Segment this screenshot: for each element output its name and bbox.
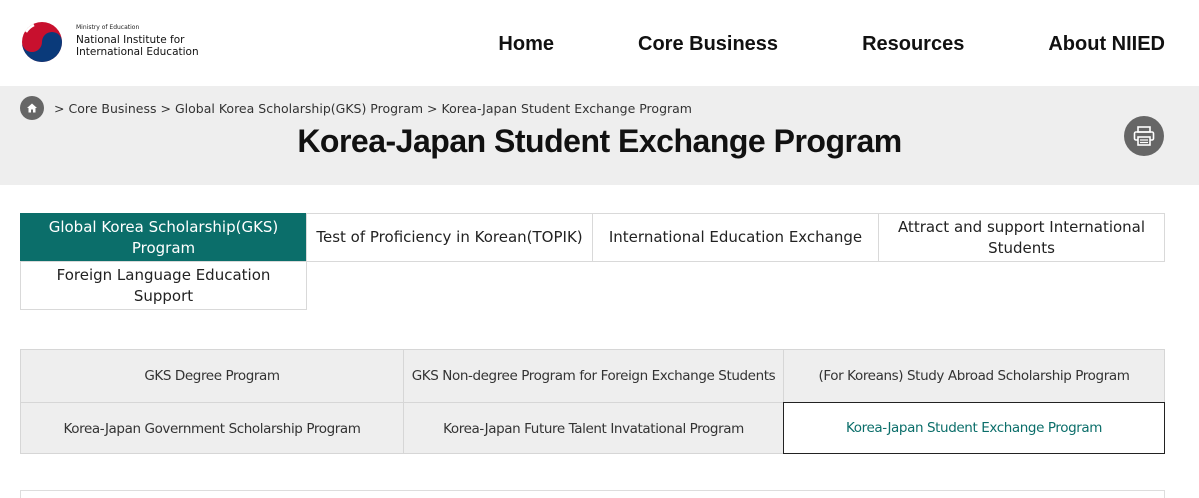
print-button[interactable] — [1124, 116, 1164, 156]
logo-text: Ministry of Education National Institute… — [76, 24, 199, 59]
nav-home[interactable]: Home — [498, 33, 554, 56]
home-icon[interactable] — [20, 96, 44, 120]
breadcrumb-separator: > — [160, 100, 171, 116]
breadcrumb-gks-program[interactable]: Global Korea Scholarship(GKS) Program — [175, 101, 423, 116]
logo-ministry: Ministry of Education — [76, 24, 140, 32]
nav-resources[interactable]: Resources — [862, 33, 964, 56]
logo-line1: National Institute for — [76, 34, 185, 47]
breadcrumb-core-business[interactable]: Core Business — [68, 101, 156, 116]
home-glyph-icon — [27, 103, 37, 113]
tab-gks-program[interactable]: Global Korea Scholarship(GKS) Program — [20, 213, 307, 262]
breadcrumb-current[interactable]: Korea-Japan Student Exchange Program — [442, 101, 692, 116]
breadcrumb-separator: > — [427, 100, 438, 116]
niied-logo[interactable]: Ministry of Education National Institute… — [20, 20, 199, 64]
breadcrumb: > Core Business > Global Korea Scholarsh… — [20, 96, 692, 120]
taegeuk-logo-icon — [22, 22, 62, 62]
content-box — [20, 490, 1165, 498]
tab-international-students[interactable]: Attract and support International Studen… — [878, 213, 1165, 262]
nav-about-niied[interactable]: About NIIED — [1048, 33, 1165, 56]
subtab-gks-degree[interactable]: GKS Degree Program — [21, 350, 403, 402]
subtab-kj-government-scholarship[interactable]: Korea-Japan Government Scholarship Progr… — [21, 402, 403, 454]
tab-foreign-language-support[interactable]: Foreign Language Education Support — [20, 261, 307, 310]
printer-icon — [1133, 126, 1155, 146]
breadcrumb-separator: > — [54, 100, 65, 116]
tab-topik[interactable]: Test of Proficiency in Korean(TOPIK) — [306, 213, 593, 262]
sub-tabs: GKS Degree Program GKS Non-degree Progra… — [20, 349, 1165, 454]
subtab-study-abroad[interactable]: (For Koreans) Study Abroad Scholarship P… — [783, 350, 1164, 402]
subtab-kj-student-exchange[interactable]: Korea-Japan Student Exchange Program — [783, 402, 1165, 454]
page-title: Korea-Japan Student Exchange Program — [297, 123, 902, 159]
subtab-kj-future-talent[interactable]: Korea-Japan Future Talent Invatational P… — [403, 402, 783, 454]
subtab-gks-non-degree[interactable]: GKS Non-degree Program for Foreign Excha… — [403, 350, 783, 402]
site-header: Ministry of Education National Institute… — [0, 0, 1199, 86]
nav-core-business[interactable]: Core Business — [638, 33, 778, 56]
logo-line2: International Education — [76, 46, 199, 59]
title-band: > Core Business > Global Korea Scholarsh… — [0, 86, 1199, 185]
main-nav: Home Core Business Resources About NIIED — [498, 33, 1165, 56]
tab-international-education-exchange[interactable]: International Education Exchange — [592, 213, 879, 262]
